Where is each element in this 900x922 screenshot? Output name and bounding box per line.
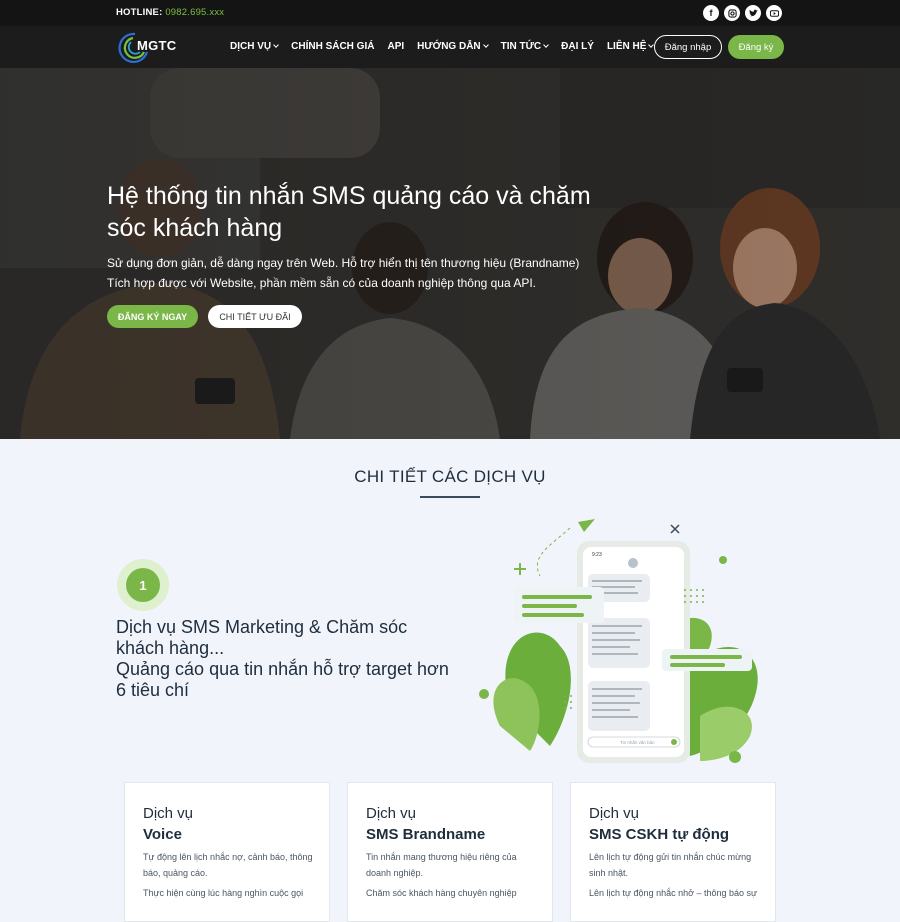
chevron-down-icon (543, 42, 549, 48)
social-links: f (703, 5, 782, 21)
nav-item-huong-dan[interactable]: HƯỚNG DẪN (417, 41, 489, 52)
phone-time: 9:23 (592, 552, 602, 558)
chevron-down-icon (482, 42, 489, 48)
card-description: Tự động lên lịch nhắc nợ, cảnh báo, thôn… (143, 849, 319, 905)
step-title-line2: Quảng cáo qua tin nhắn hỗ trợ target hơn… (116, 659, 449, 700)
hero-desc-line1: Sử dụng đơn giản, dễ dàng ngay trên Web.… (107, 256, 580, 270)
top-bar: HOTLINE: 0982.695.xxx f (0, 0, 900, 26)
nav-item-label: ĐẠI LÝ (561, 41, 594, 52)
nav-item-label: TIN TỨC (500, 41, 542, 52)
signup-now-button[interactable]: ĐĂNG KÝ NGAY (107, 305, 198, 328)
hero-title: Hệ thống tin nhắn SMS quảng cáo và chăm … (107, 182, 591, 242)
hero-desc-line2: Tích hợp được với Website, phần mềm sẵn … (107, 275, 537, 290)
hotline-label: HOTLINE: (116, 7, 163, 18)
card-desc-line: Thực hiện cùng lúc hàng nghìn cuộc gọi (143, 888, 304, 898)
login-button[interactable]: Đăng nhập (654, 35, 722, 59)
paper-plane-icon (578, 519, 595, 532)
nav-item-label: CHÍNH SÁCH GIÁ (291, 41, 375, 52)
hero-description: Sử dụng đơn giản, dễ dàng ngay trên Web.… (107, 254, 627, 293)
card-desc-line: Chăm sóc khách hàng chuyên nghiệp (366, 888, 517, 898)
card-title-line2: Voice (143, 826, 182, 843)
logo-text[interactable]: MGTC (137, 38, 176, 53)
avatar (628, 558, 638, 568)
card-title-line2: SMS CSKH tự động (589, 826, 730, 843)
card-desc-line: Lên lịch tự động nhắc nhở – thông báo sự (589, 888, 758, 898)
chevron-down-icon (273, 42, 279, 48)
service-card-voice[interactable]: Dịch vụ Voice Tự động lên lịch nhắc nợ, … (124, 782, 330, 922)
instagram-icon[interactable] (724, 5, 740, 21)
facebook-icon[interactable]: f (703, 5, 719, 21)
card-desc-line: Tin nhắn mang thương hiệu riêng của doan… (366, 852, 517, 878)
card-title-line1: Dịch vụ (366, 805, 417, 822)
nav-item-label: API (387, 41, 405, 52)
nav-item-api[interactable]: API (387, 41, 404, 52)
section-divider (420, 496, 480, 498)
card-title-line2: SMS Brandname (366, 826, 486, 843)
service-card-sms-cskh[interactable]: Dịch vụ SMS CSKH tự động Lên lịch tự độn… (570, 782, 776, 922)
card-title-line1: Dịch vụ (589, 805, 640, 822)
nav-menu: DỊCH VỤ CHÍNH SÁCH GIÁ API HƯỚNG DẪN TIN… (230, 41, 666, 52)
nav-item-lien-he[interactable]: LIÊN HỆ (606, 41, 655, 52)
card-title: Dịch vụ SMS CSKH tự động (589, 803, 729, 845)
offer-details-button[interactable]: CHI TIẾT ƯU ĐÃI (208, 305, 302, 328)
register-button[interactable]: Đăng ký (728, 35, 784, 59)
service-card-sms-brandname[interactable]: Dịch vụ SMS Brandname Tin nhắn mang thươ… (347, 782, 553, 922)
card-description: Lên lịch tự động gửi tin nhắn chúc mừng … (589, 849, 765, 905)
phone-message-input: Tin nhắn văn bản (620, 739, 655, 745)
nav-item-tin-tuc[interactable]: TIN TỨC (501, 41, 549, 52)
step-number: 1 (126, 568, 160, 602)
hotline-number[interactable]: 0982.695.xxx (165, 7, 224, 18)
card-desc-line: Tự động lên lịch nhắc nợ, cảnh báo, thôn… (143, 852, 313, 878)
nav-item-chinh-sach-gia[interactable]: CHÍNH SÁCH GIÁ (291, 41, 374, 52)
nav-item-dai-ly[interactable]: ĐẠI LÝ (561, 41, 594, 52)
nav-item-label: DỊCH VỤ (230, 41, 272, 52)
hotline: HOTLINE: 0982.695.xxx (116, 7, 224, 18)
card-title-line1: Dịch vụ (143, 805, 194, 822)
section-title: CHI TIẾT CÁC DỊCH VỤ (354, 467, 546, 486)
youtube-icon[interactable] (766, 5, 782, 21)
twitter-icon[interactable] (745, 5, 761, 21)
card-description: Tin nhắn mang thương hiệu riêng của doan… (366, 849, 542, 905)
nav-item-label: HƯỚNG DẪN (417, 41, 481, 52)
step-title-line1: Dịch vụ SMS Marketing & Chăm sóc khách h… (116, 617, 408, 658)
card-desc-line: Lên lịch tự động gửi tin nhắn chúc mừng … (589, 852, 752, 878)
step-title: Dịch vụ SMS Marketing & Chăm sóc khách h… (116, 617, 456, 701)
nav-item-dich-vu[interactable]: DỊCH VỤ (230, 41, 279, 52)
nav-item-label: LIÊN HỆ (606, 41, 647, 52)
phone-illustration: 9:23 Tin nhắn văn bản (479, 519, 758, 763)
card-title: Dịch vụ SMS Brandname (366, 803, 485, 845)
card-title: Dịch vụ Voice (143, 803, 193, 845)
